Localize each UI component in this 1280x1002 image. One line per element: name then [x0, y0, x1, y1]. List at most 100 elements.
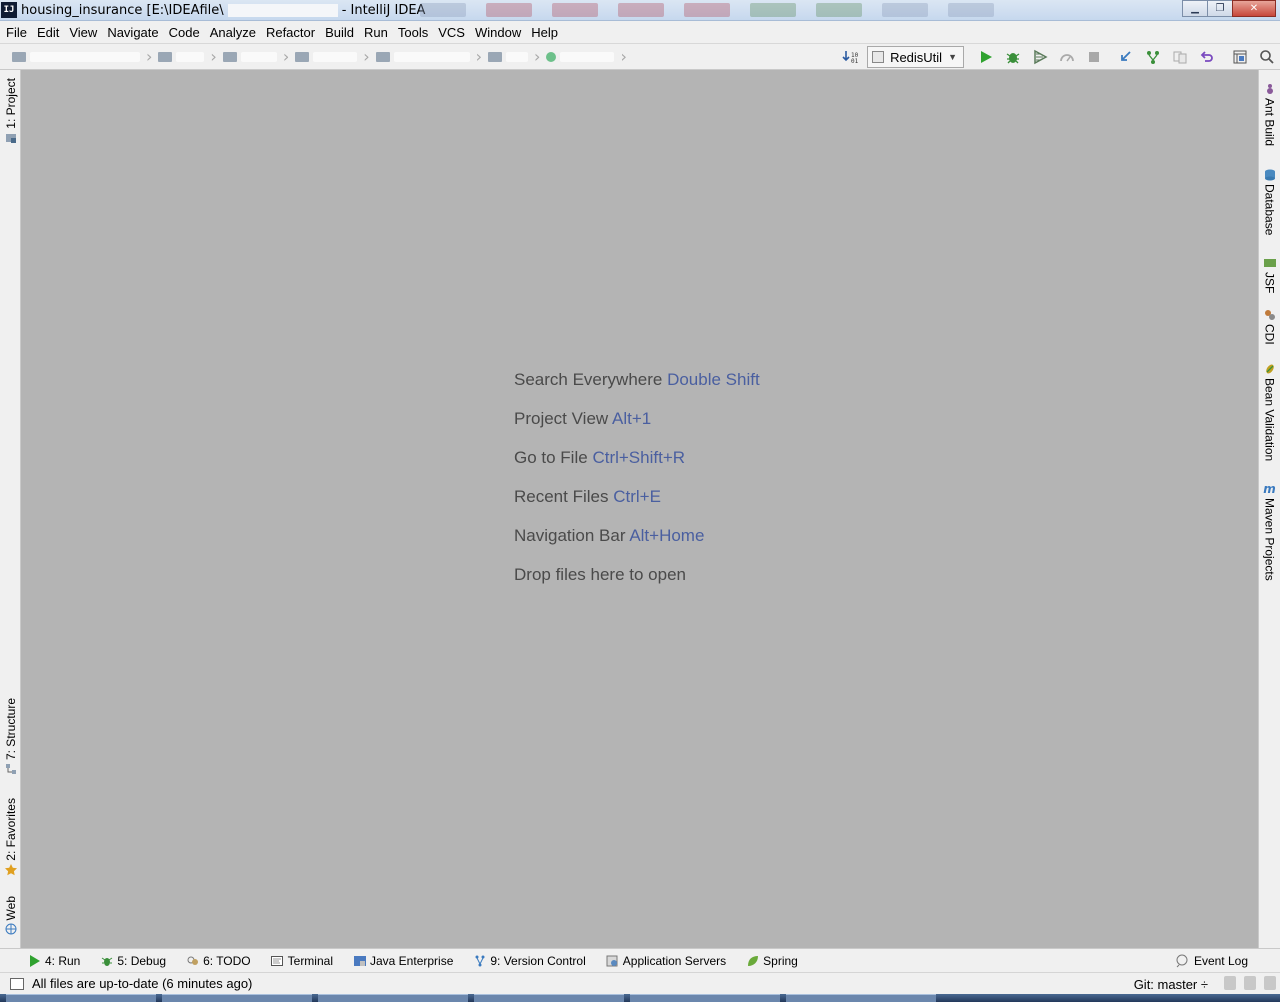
redacted-crumb: [506, 51, 529, 62]
folder-icon: [488, 51, 503, 62]
menu-window[interactable]: Window: [471, 25, 525, 40]
application-servers-icon: [606, 954, 619, 967]
tab-bean-validation-label: Bean Validation: [1262, 378, 1277, 462]
menu-bar: File Edit View Navigate Code Analyze Ref…: [0, 21, 1280, 43]
editor-hints: Search Everywhere Double Shift Project V…: [514, 368, 760, 602]
vcs-commit-icon[interactable]: [1142, 46, 1164, 68]
navigation-toolbar: › › › › › › › 10 01 RedisUtil ▼: [0, 43, 1280, 70]
breadcrumb-folder[interactable]: [370, 44, 476, 69]
menu-view[interactable]: View: [65, 25, 101, 40]
vcs-revert-icon[interactable]: [1196, 46, 1218, 68]
profile-icon[interactable]: [1056, 46, 1078, 68]
debug-icon: [100, 954, 113, 967]
project-icon: [5, 132, 17, 144]
maximize-button[interactable]: ❐: [1207, 0, 1233, 17]
close-button[interactable]: ✕: [1232, 0, 1276, 17]
os-taskbar: [0, 994, 1280, 1002]
run-with-coverage-icon[interactable]: [1029, 46, 1051, 68]
tab-web-label: Web: [3, 896, 18, 921]
todo-icon: [186, 954, 199, 967]
breadcrumb-file[interactable]: [540, 44, 620, 69]
tab-project[interactable]: 1: Project: [0, 78, 21, 147]
breadcrumb-folder[interactable]: [217, 44, 283, 69]
menu-navigate[interactable]: Navigate: [103, 25, 162, 40]
version-control-icon: [473, 954, 486, 967]
menu-vcs[interactable]: VCS: [434, 25, 469, 40]
tab-bean-validation[interactable]: Bean Validation: [1259, 360, 1280, 461]
build-icon[interactable]: 10 01: [839, 46, 861, 68]
menu-tools[interactable]: Tools: [394, 25, 432, 40]
terminal-icon: [271, 954, 284, 967]
menu-code[interactable]: Code: [165, 25, 204, 40]
redacted-crumb: [30, 51, 140, 62]
menu-edit[interactable]: Edit: [33, 25, 63, 40]
title-bar: IJ housing_insurance [E:\IDEAfile\ - Int…: [0, 0, 1280, 21]
tab-application-servers-label: Application Servers: [622, 953, 727, 968]
redacted-crumb: [176, 51, 205, 62]
menu-help[interactable]: Help: [527, 25, 562, 40]
tab-structure[interactable]: 7: Structure: [0, 698, 21, 778]
tab-event-log[interactable]: Event Log: [1175, 949, 1248, 973]
menu-refactor[interactable]: Refactor: [262, 25, 319, 40]
bottom-tool-bar: 4: Run 5: Debug 6: TODO Terminal Java En…: [0, 948, 1280, 972]
breadcrumb-folder[interactable]: [152, 44, 210, 69]
tool-windows-toggle-icon[interactable]: [10, 977, 24, 990]
hint-label: Recent Files: [514, 487, 609, 506]
notifications-icon[interactable]: [1264, 976, 1276, 990]
tab-todo-label: 6: TODO: [203, 953, 251, 968]
tab-project-label: 1: Project: [3, 78, 18, 129]
tab-favorites[interactable]: 2: Favorites: [0, 798, 21, 879]
right-tool-strip: Ant Build Database JSF CDI Bean Validati…: [1258, 70, 1280, 948]
tab-terminal[interactable]: Terminal: [271, 954, 333, 968]
tab-maven-projects-label: Maven Projects: [1262, 498, 1277, 581]
run-configuration-select[interactable]: RedisUtil ▼: [867, 46, 964, 68]
tab-spring[interactable]: Spring: [746, 954, 798, 968]
menu-run[interactable]: Run: [360, 25, 392, 40]
menu-file[interactable]: File: [2, 25, 31, 40]
stop-icon[interactable]: [1083, 46, 1105, 68]
menu-analyze[interactable]: Analyze: [206, 25, 260, 40]
menu-build[interactable]: Build: [321, 25, 358, 40]
inspector-icon[interactable]: [1244, 976, 1256, 990]
tab-version-control-label: 9: Version Control: [490, 953, 586, 968]
tab-java-enterprise-label: Java Enterprise: [370, 953, 454, 968]
editor-empty-area[interactable]: Search Everywhere Double Shift Project V…: [21, 70, 1258, 948]
tab-java-enterprise[interactable]: Java Enterprise: [353, 954, 453, 968]
breadcrumb-project[interactable]: [6, 44, 146, 69]
hint-shortcut: Alt+Home: [629, 526, 705, 545]
tab-debug[interactable]: 5: Debug: [100, 954, 166, 968]
project-folder-icon: [12, 51, 26, 62]
tab-ant-build[interactable]: Ant Build: [1259, 80, 1280, 146]
tab-run[interactable]: 4: Run: [28, 954, 80, 968]
lock-icon[interactable]: [1224, 976, 1236, 990]
project-structure-icon[interactable]: [1229, 46, 1251, 68]
vcs-update-icon[interactable]: [1115, 46, 1137, 68]
tab-maven-projects[interactable]: m Maven Projects: [1259, 480, 1280, 581]
tab-cdi[interactable]: CDI: [1259, 306, 1280, 345]
intellij-window: IJ housing_insurance [E:\IDEAfile\ - Int…: [0, 0, 1280, 1002]
tab-application-servers[interactable]: Application Servers: [606, 954, 726, 968]
minimize-button[interactable]: ▁: [1182, 0, 1208, 17]
vcs-compare-icon[interactable]: [1169, 46, 1191, 68]
hint-go-to-file: Go to File Ctrl+Shift+R: [514, 446, 760, 485]
redacted-path: [227, 3, 338, 17]
debug-icon[interactable]: [1002, 46, 1024, 68]
run-config-icon: [872, 51, 885, 63]
breadcrumb-folder[interactable]: [482, 44, 534, 69]
tab-todo[interactable]: 6: TODO: [186, 954, 251, 968]
tab-spring-label: Spring: [763, 953, 798, 968]
intellij-app-icon[interactable]: IJ: [1, 2, 17, 18]
tab-version-control[interactable]: 9: Version Control: [473, 953, 586, 968]
search-everywhere-icon[interactable]: [1256, 46, 1278, 68]
run-icon[interactable]: [975, 46, 997, 68]
folder-icon: [295, 51, 310, 62]
tab-jsf[interactable]: JSF: [1259, 254, 1280, 293]
tab-web[interactable]: Web: [0, 896, 21, 938]
star-icon: [4, 863, 17, 876]
java-enterprise-icon: [353, 954, 366, 967]
tab-database[interactable]: Database: [1259, 166, 1280, 235]
git-branch-widget[interactable]: Git: master ÷: [1134, 973, 1208, 995]
spring-leaf-icon: [746, 954, 759, 967]
breadcrumb-folder[interactable]: [289, 44, 363, 69]
tab-database-label: Database: [1262, 184, 1277, 236]
